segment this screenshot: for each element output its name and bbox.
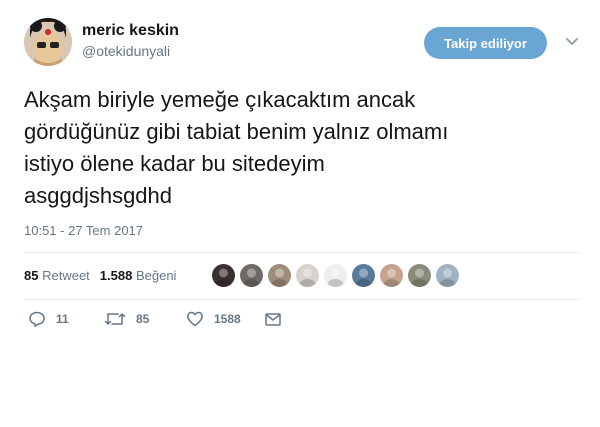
retweet-action[interactable]: 85 (104, 310, 149, 328)
heart-icon (187, 311, 203, 327)
like-stat-label: Beğeni (135, 268, 177, 283)
avatar[interactable] (24, 18, 72, 66)
reply-action[interactable]: 11 (28, 310, 69, 328)
tweet-stats: 85 Retweet 1.588 Beğeni (24, 268, 186, 283)
liker-avatar[interactable] (436, 264, 459, 287)
like-stat-count: 1.588 (99, 268, 133, 283)
liker-avatar[interactable] (352, 264, 375, 287)
reply-count: 11 (56, 312, 69, 326)
divider (24, 299, 580, 300)
user-handle[interactable]: @otekidunyali (82, 43, 170, 59)
like-action[interactable]: 1588 (186, 310, 241, 328)
tweet-timestamp[interactable]: 10:51 - 27 Tem 2017 (24, 223, 143, 238)
following-button[interactable]: Takip ediliyor (424, 27, 547, 59)
reply-icon (29, 311, 45, 327)
retweet-stat-label: Retweet (42, 268, 90, 283)
liker-avatar[interactable] (408, 264, 431, 287)
like-stat[interactable]: 1.588 Beğeni (100, 268, 177, 283)
liker-avatar[interactable] (380, 264, 403, 287)
chevron-down-icon[interactable] (565, 37, 579, 47)
direct-message-action[interactable] (264, 310, 292, 328)
retweet-stat-count: 85 (24, 268, 39, 283)
liker-avatar[interactable] (212, 264, 235, 287)
liker-avatar[interactable] (324, 264, 347, 287)
envelope-icon (265, 313, 281, 326)
liker-avatar[interactable] (268, 264, 291, 287)
liker-avatar[interactable] (296, 264, 319, 287)
divider (24, 252, 580, 253)
retweet-icon (104, 313, 126, 325)
display-name[interactable]: meric keskin (82, 22, 179, 40)
liker-avatars (212, 264, 464, 287)
avatar-image (24, 18, 72, 66)
retweet-stat[interactable]: 85 Retweet (24, 268, 90, 283)
retweet-count: 85 (136, 312, 150, 326)
liker-avatar[interactable] (240, 264, 263, 287)
like-count: 1588 (214, 312, 241, 326)
tweet-text: Akşam biriyle yemeğe çıkacaktım ancak gö… (24, 87, 449, 208)
